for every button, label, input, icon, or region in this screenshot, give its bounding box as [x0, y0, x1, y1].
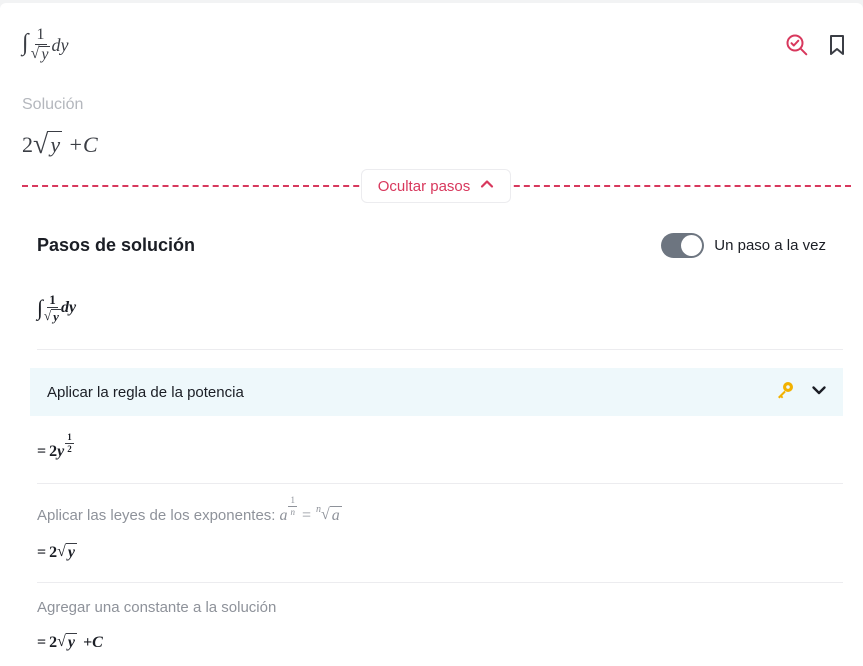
rule-label: Aplicar la regla de la potencia	[47, 383, 244, 401]
solution-label: Solución	[22, 96, 84, 113]
step-power-result: = 2 y 1 2	[37, 432, 74, 460]
problem-differential: dy	[51, 34, 69, 55]
steps-title: Pasos de solución	[37, 235, 196, 255]
hide-steps-button[interactable]: Ocultar pasos	[361, 169, 511, 203]
search-check-icon[interactable]	[785, 33, 809, 57]
divider	[37, 582, 843, 583]
one-step-label: Un paso a la vez	[714, 237, 826, 254]
bookmark-icon[interactable]	[825, 33, 849, 57]
solution-card: ∫ 1 √ y dy Solución 2 √ y +C Ocultar pasos…	[0, 3, 863, 666]
problem-expression: ∫ 1 √ y dy	[22, 27, 68, 63]
integral-sign: ∫	[22, 29, 29, 56]
solution-sqrt: √ y	[33, 129, 63, 160]
step-note-constant: Agregar una constante a la solución	[37, 599, 277, 616]
problem-sqrt: √ y	[30, 45, 51, 63]
solution-value: 2 √ y +C	[22, 129, 98, 160]
divider	[37, 349, 843, 350]
step-final-result: = 2 √ y +C	[37, 633, 103, 651]
exponent-law-formula: a 1 n = n √ a	[279, 495, 342, 524]
one-step-switch[interactable]	[661, 233, 705, 258]
step-sqrt-result: = 2 √ y	[37, 543, 78, 561]
problem-numerator: 1	[34, 26, 47, 45]
step-initial-expression: ∫ 1 √ y dy	[37, 292, 77, 324]
key-icon[interactable]	[775, 380, 795, 404]
chevron-down-icon[interactable]	[811, 382, 827, 402]
one-step-toggle-group: Un paso a la vez	[661, 233, 826, 258]
step-note-exponent-laws: Aplicar las leyes de los exponentes: a 1…	[37, 495, 342, 524]
problem-fraction: 1 √ y	[31, 27, 51, 63]
divider	[37, 483, 843, 484]
chevron-up-icon	[480, 177, 494, 195]
rule-power-row[interactable]: Aplicar la regla de la potencia	[30, 368, 843, 416]
